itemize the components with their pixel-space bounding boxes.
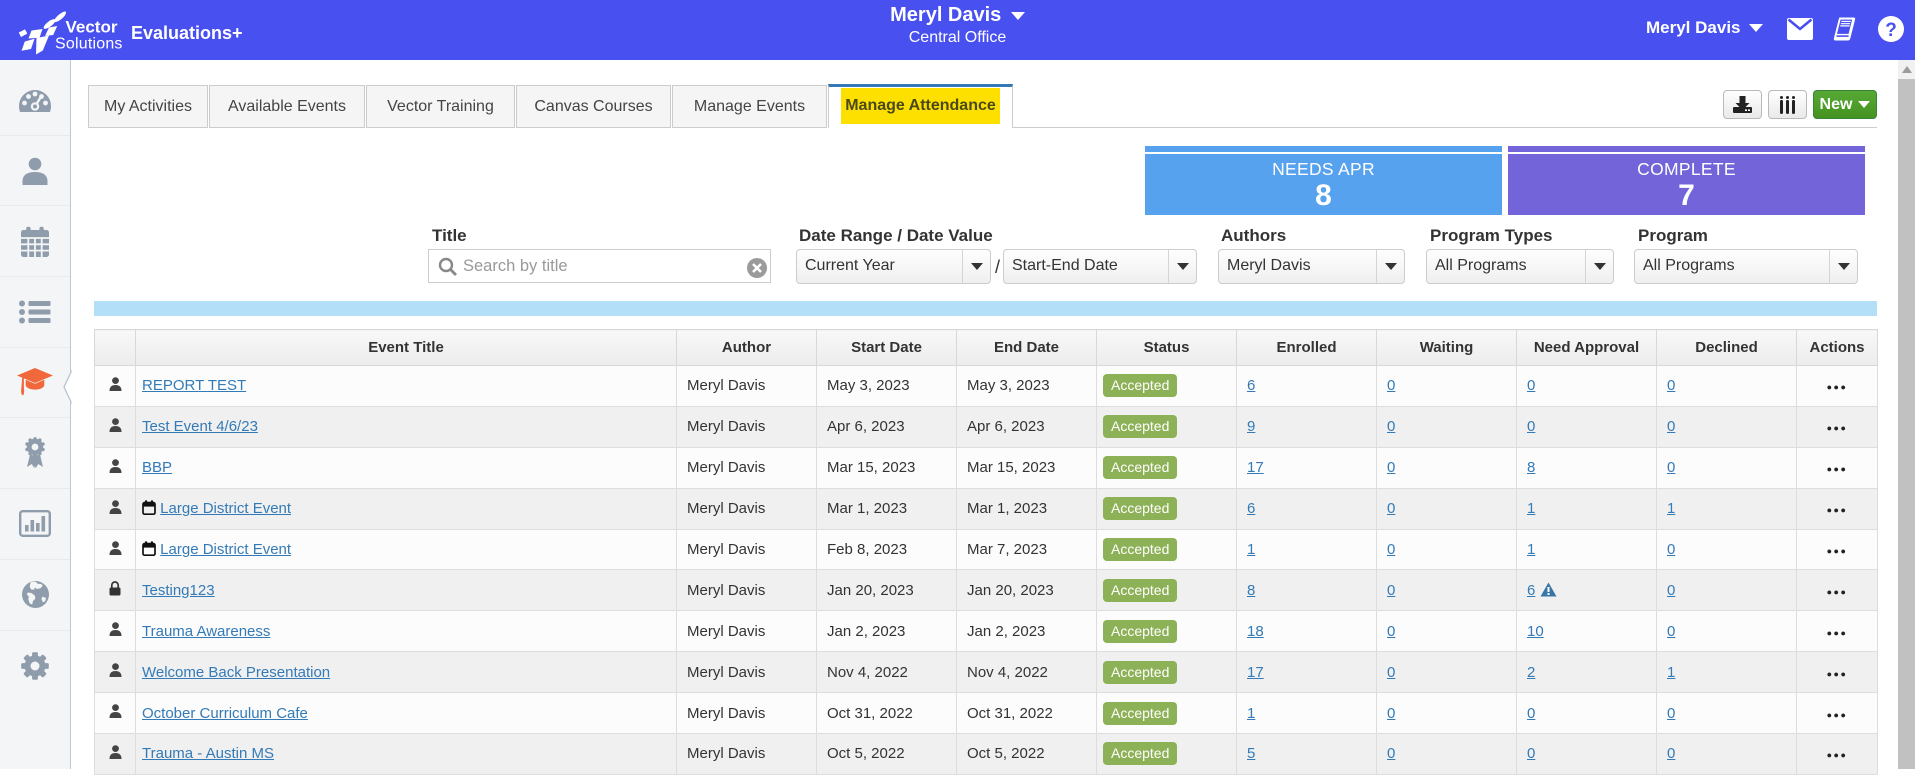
svg-text:?: ? (1885, 20, 1897, 41)
